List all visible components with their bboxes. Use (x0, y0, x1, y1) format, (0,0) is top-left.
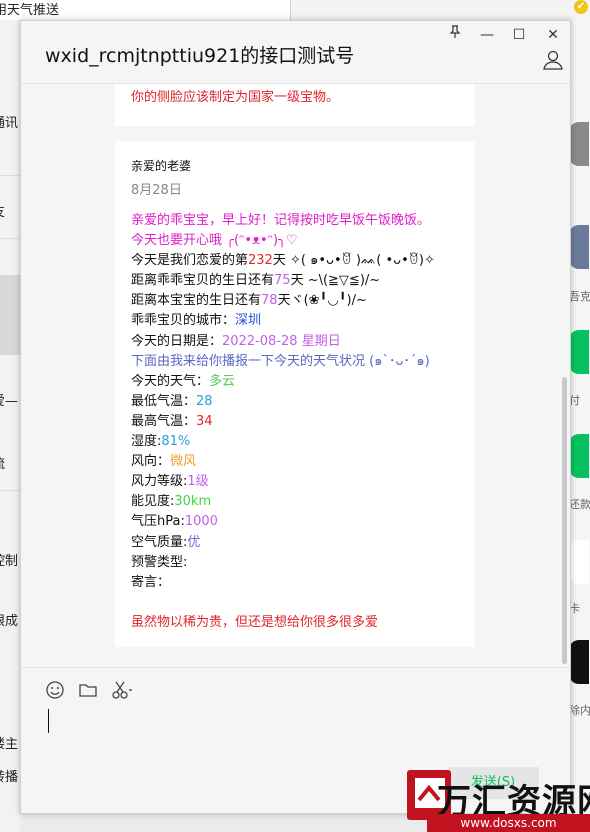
background-left-item[interactable]: 通讯 (0, 112, 20, 131)
visibility-line: 能见度:30km (131, 494, 212, 510)
pin-icon[interactable] (445, 25, 465, 45)
close-button[interactable]: ✕ (543, 25, 563, 45)
app-icon[interactable] (569, 540, 589, 584)
report-line: 下面由我来给你播报一下今天的天气状况 (๑`･ᴗ･´๑) (131, 353, 430, 369)
background-left-item[interactable]: 流 (0, 453, 20, 472)
minimize-button[interactable]: — (477, 25, 497, 45)
template-message-card[interactable]: 亲爱的老婆 8月28日 亲爱的乖宝宝，早上好！记得按时吃早饭午饭晚饭。 今天也要… (115, 141, 475, 647)
app-label: 还款 (569, 498, 590, 511)
greeting-line: 亲爱的乖宝宝，早上好！记得按时吃早饭午饭晚饭。 (131, 213, 431, 228)
app-icon[interactable] (569, 330, 589, 374)
message-line: 寄言： (131, 574, 171, 590)
app-icon[interactable] (569, 122, 589, 166)
air-quality-line: 空气质量:优 (131, 534, 201, 550)
scrollbar-thumb[interactable] (562, 377, 567, 664)
divider (0, 490, 20, 491)
background-selected-row (0, 275, 20, 355)
love-days-line: 今天是我们恋爱的第232天 ✧( ๑•ᴗ•ꆤ )ᨐ( •ᴗ•ꆤ)✧ (131, 253, 435, 269)
card-body: 亲爱的乖宝宝，早上好！记得按时吃早饭午饭晚饭。 今天也要开心哦 ╭(ᵔ•ᴥ•ᵔ)… (131, 211, 471, 633)
high-temp-line: 最高气温：34 (131, 413, 213, 429)
app-icon[interactable] (569, 434, 589, 478)
low-temp-line: 最低气温：28 (131, 393, 213, 409)
text-caret (48, 709, 49, 733)
background-left-item[interactable]: 楼主 (0, 733, 20, 752)
card-heading: 亲爱的老婆 (131, 159, 192, 173)
window-titlebar: wxid_rcmjtnpttiu921的接口测试号 — ☐ ✕ (21, 21, 570, 84)
city-line: 乖乖宝贝的城市：深圳 (131, 313, 262, 329)
weather-line: 今天的天气：多云 (131, 373, 236, 389)
message-bubble: 你的侧脸应该制定为国家一级宝物。 (115, 84, 475, 126)
background-left-item[interactable]: 友 (0, 201, 20, 220)
check-badge-icon: ✔ (574, 0, 588, 14)
closing-line: 虽然物以稀为贵，但还是想给你很多很多爱 (131, 614, 379, 630)
birthday-line: 距离本宝宝的生日还有78天ヾ(❀╹◡╹)/~ (131, 293, 367, 309)
background-left-item[interactable]: 眼成 (0, 610, 20, 629)
greeting-line: 今天也要开心哦 ╭(ᵔ•ᴥ•ᵔ)╮♡ (131, 233, 298, 249)
app-icon[interactable] (569, 640, 589, 684)
profile-icon[interactable] (542, 49, 564, 71)
background-tab[interactable]: 用天气推送 (0, 0, 291, 20)
background-left-item[interactable]: 爱— (0, 390, 20, 409)
wind-line: 风向：微风 (131, 454, 197, 470)
message-area[interactable]: 你的侧脸应该制定为国家一级宝物。 亲爱的老婆 8月28日 亲爱的乖宝宝，早上好！… (21, 84, 570, 666)
chat-window: wxid_rcmjtnpttiu921的接口测试号 — ☐ ✕ 你的侧脸应该制定… (20, 20, 571, 814)
watermark-url: www.dosxs.com (427, 814, 590, 832)
humidity-line: 湿度:81% (131, 434, 191, 450)
chat-title: wxid_rcmjtnpttiu921的接口测试号 (45, 45, 355, 67)
app-icon[interactable] (569, 225, 589, 269)
divider (0, 238, 20, 239)
pressure-line: 气压hPa:1000 (131, 514, 218, 530)
app-label: 除内 (569, 704, 590, 717)
message-text: 你的侧脸应该制定为国家一级宝物。 (131, 90, 340, 105)
background-left-item[interactable]: 转播 (0, 766, 20, 785)
alert-line: 预警类型: (131, 554, 188, 570)
date-line: 今天的日期是：2022-08-28 星期日 (131, 333, 341, 349)
site-watermark: 万汇资源网 www.dosxs.com (403, 760, 590, 832)
input-toolbar (21, 667, 570, 706)
scissors-icon[interactable] (111, 680, 132, 700)
birthday-line: 距离乖乖宝贝的生日还有75天 ~\(≧▽≦)/~ (131, 273, 381, 289)
background-sidebar: 通讯 友 爱— 流 控制 眼成 楼主 转播 (0, 20, 20, 832)
maximize-button[interactable]: ☐ (509, 25, 529, 45)
background-right-panel: 吾克 付 还款 卡 除内 (569, 20, 590, 832)
smile-icon[interactable] (45, 680, 65, 700)
card-date: 8月28日 (131, 183, 182, 198)
background-titlebar: 用天气推送 ✔ (0, 0, 590, 21)
app-label: 吾克 (569, 290, 590, 303)
background-left-item[interactable]: 控制 (0, 550, 20, 569)
folder-icon[interactable] (78, 680, 98, 700)
wind-level-line: 风力等级:1级 (131, 474, 209, 490)
divider (0, 175, 20, 176)
